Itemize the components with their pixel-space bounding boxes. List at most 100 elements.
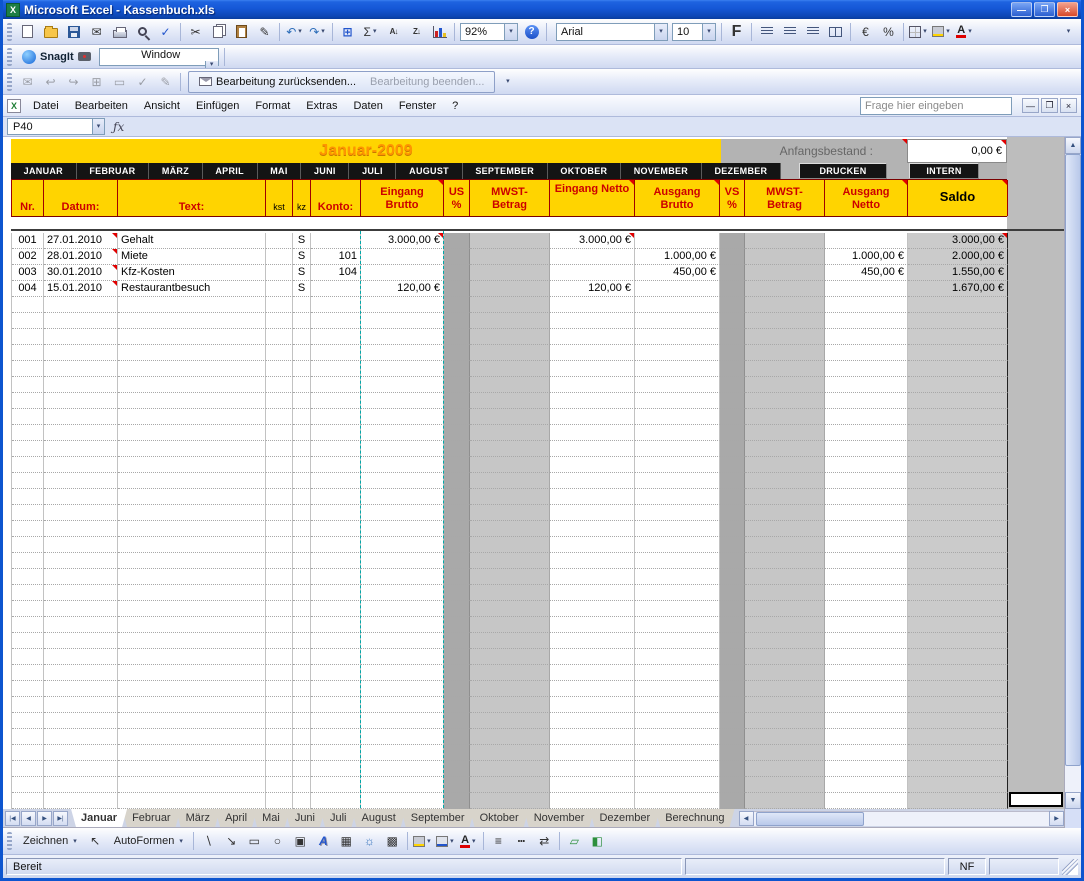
cell-mwst1-31[interactable] bbox=[470, 713, 550, 729]
cell-vs-21[interactable] bbox=[720, 553, 745, 569]
anfangsbestand-value-cell[interactable]: 0,00 € bbox=[907, 139, 1007, 163]
cell-vs-34[interactable] bbox=[720, 761, 745, 777]
cell-us-1[interactable] bbox=[444, 233, 470, 249]
cell-vs-9[interactable] bbox=[720, 361, 745, 377]
cell-vs-1[interactable] bbox=[720, 233, 745, 249]
cell-ausgang_netto-34[interactable] bbox=[825, 761, 908, 777]
cell-ausgang_netto-24[interactable] bbox=[825, 601, 908, 617]
cell-kz-33[interactable] bbox=[293, 745, 311, 761]
cell-vs-32[interactable] bbox=[720, 729, 745, 745]
cell-datum-17[interactable] bbox=[44, 489, 118, 505]
align-center-button[interactable] bbox=[779, 22, 800, 42]
cell-datum-9[interactable] bbox=[44, 361, 118, 377]
cell-eingang_brutto-26[interactable] bbox=[361, 633, 444, 649]
cell-nr-9[interactable] bbox=[12, 361, 44, 377]
cell-ausgang_brutto-8[interactable] bbox=[635, 345, 720, 361]
cell-saldo-25[interactable] bbox=[908, 617, 1008, 633]
cell-kz-30[interactable] bbox=[293, 697, 311, 713]
cell-eingang_netto-8[interactable] bbox=[550, 345, 635, 361]
cell-mwst2-18[interactable] bbox=[745, 505, 825, 521]
cell-mwst2-27[interactable] bbox=[745, 649, 825, 665]
cell-ausgang_brutto-24[interactable] bbox=[635, 601, 720, 617]
cell-saldo-6[interactable] bbox=[908, 313, 1008, 329]
cell-vs-10[interactable] bbox=[720, 377, 745, 393]
cell-text-35[interactable] bbox=[118, 777, 266, 793]
cell-kst-12[interactable] bbox=[266, 409, 293, 425]
cell-konto-15[interactable] bbox=[311, 457, 361, 473]
cell-eingang_brutto-4[interactable]: 120,00 € bbox=[361, 281, 444, 297]
arrow-button[interactable]: ↘ bbox=[221, 831, 242, 851]
cell-us-28[interactable] bbox=[444, 665, 470, 681]
cell-nr-22[interactable] bbox=[12, 569, 44, 585]
month-button-april[interactable]: APRIL bbox=[203, 163, 258, 179]
cell-kst-10[interactable] bbox=[266, 377, 293, 393]
cell-datum-31[interactable] bbox=[44, 713, 118, 729]
cell-eingang_brutto-30[interactable] bbox=[361, 697, 444, 713]
sheet-tab-august[interactable]: August bbox=[352, 809, 406, 827]
cell-ausgang_brutto-6[interactable] bbox=[635, 313, 720, 329]
month-button-juli[interactable]: JULI bbox=[349, 163, 396, 179]
month-button-september[interactable]: SEPTEMBER bbox=[463, 163, 548, 179]
cell-eingang_netto-31[interactable] bbox=[550, 713, 635, 729]
cell-datum-8[interactable] bbox=[44, 345, 118, 361]
cell-mwst1-24[interactable] bbox=[470, 601, 550, 617]
cell-mwst1-32[interactable] bbox=[470, 729, 550, 745]
cell-kst-2[interactable] bbox=[266, 249, 293, 265]
month-button-dezember[interactable]: DEZEMBER bbox=[702, 163, 781, 179]
cell-vs-6[interactable] bbox=[720, 313, 745, 329]
cell-mwst2-22[interactable] bbox=[745, 569, 825, 585]
cell-text-15[interactable] bbox=[118, 457, 266, 473]
cell-ausgang_netto-36[interactable] bbox=[825, 793, 908, 809]
cell-kz-4[interactable]: S bbox=[293, 281, 311, 297]
insert-picture-button[interactable]: ▩ bbox=[382, 831, 403, 851]
cell-ausgang_brutto-31[interactable] bbox=[635, 713, 720, 729]
cell-datum-33[interactable] bbox=[44, 745, 118, 761]
cell-konto-6[interactable] bbox=[311, 313, 361, 329]
cell-eingang_netto-5[interactable] bbox=[550, 297, 635, 313]
cell-eingang_netto-22[interactable] bbox=[550, 569, 635, 585]
cell-mwst1-23[interactable] bbox=[470, 585, 550, 601]
cell-vs-4[interactable] bbox=[720, 281, 745, 297]
cell-saldo-7[interactable] bbox=[908, 329, 1008, 345]
resize-grip[interactable] bbox=[1062, 859, 1078, 875]
cell-saldo-10[interactable] bbox=[908, 377, 1008, 393]
cell-ausgang_brutto-18[interactable] bbox=[635, 505, 720, 521]
cell-ausgang_netto-35[interactable] bbox=[825, 777, 908, 793]
sheet-tab-januar[interactable]: Januar bbox=[71, 809, 127, 827]
rectangle-button[interactable]: ▭ bbox=[244, 831, 265, 851]
cell-saldo-8[interactable] bbox=[908, 345, 1008, 361]
cell-eingang_netto-17[interactable] bbox=[550, 489, 635, 505]
cell-eingang_netto-36[interactable] bbox=[550, 793, 635, 809]
cell-mwst1-19[interactable] bbox=[470, 521, 550, 537]
cell-text-27[interactable] bbox=[118, 649, 266, 665]
cell-eingang_brutto-34[interactable] bbox=[361, 761, 444, 777]
cell-mwst2-25[interactable] bbox=[745, 617, 825, 633]
cell-konto-19[interactable] bbox=[311, 521, 361, 537]
cell-mwst2-7[interactable] bbox=[745, 329, 825, 345]
cell-saldo-32[interactable] bbox=[908, 729, 1008, 745]
cell-ausgang_brutto-27[interactable] bbox=[635, 649, 720, 665]
cell-us-22[interactable] bbox=[444, 569, 470, 585]
align-left-button[interactable] bbox=[756, 22, 777, 42]
cell-mwst2-2[interactable] bbox=[745, 249, 825, 265]
cell-nr-3[interactable]: 003 bbox=[12, 265, 44, 281]
cell-ausgang_brutto-26[interactable] bbox=[635, 633, 720, 649]
cell-saldo-2[interactable]: 2.000,00 € bbox=[908, 249, 1008, 265]
cell-text-25[interactable] bbox=[118, 617, 266, 633]
cell-mwst1-33[interactable] bbox=[470, 745, 550, 761]
cell-konto-22[interactable] bbox=[311, 569, 361, 585]
active-cell-selection[interactable] bbox=[1009, 792, 1063, 807]
cell-saldo-34[interactable] bbox=[908, 761, 1008, 777]
cell-us-33[interactable] bbox=[444, 745, 470, 761]
cell-kst-24[interactable] bbox=[266, 601, 293, 617]
hscroll-right-button[interactable]: ▶ bbox=[1049, 811, 1064, 826]
toolbar-drag-handle[interactable] bbox=[7, 73, 12, 91]
cell-text-10[interactable] bbox=[118, 377, 266, 393]
cell-nr-18[interactable] bbox=[12, 505, 44, 521]
percent-button[interactable]: % bbox=[878, 22, 899, 42]
shadow-style-button[interactable]: ▱ bbox=[564, 831, 585, 851]
cell-ausgang_brutto-10[interactable] bbox=[635, 377, 720, 393]
minimize-button[interactable]: — bbox=[1011, 2, 1032, 17]
cell-text-8[interactable] bbox=[118, 345, 266, 361]
cell-konto-27[interactable] bbox=[311, 649, 361, 665]
